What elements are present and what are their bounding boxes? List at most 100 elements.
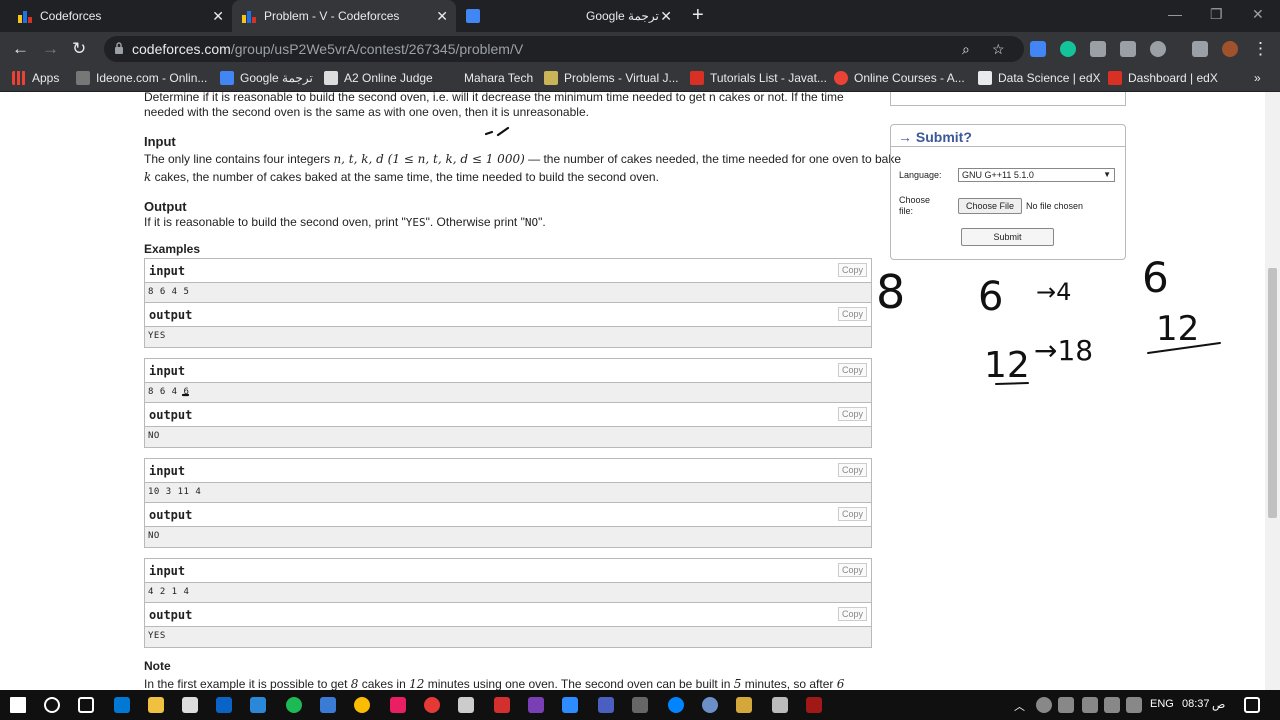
close-icon[interactable]: ✕ <box>212 8 224 24</box>
volume-icon[interactable] <box>1104 697 1120 713</box>
copy-button[interactable]: Copy <box>837 407 867 421</box>
language-select[interactable]: GNU G++11 5.1.0 ▼ <box>958 168 1115 182</box>
task-view-icon[interactable] <box>78 697 94 713</box>
reload-icon[interactable]: ↻ <box>72 39 86 59</box>
minimize-icon[interactable]: — <box>1168 6 1182 22</box>
battery-icon[interactable] <box>1126 697 1142 713</box>
bulb-icon[interactable] <box>1150 41 1166 57</box>
tool-icon[interactable] <box>458 697 474 713</box>
sample-input-value: 8 6 4 6 <box>148 387 190 397</box>
mail-icon[interactable] <box>1120 41 1136 57</box>
vertical-scrollbar[interactable] <box>1265 92 1280 690</box>
sample-test: input Copy 8 6 4 5 output Copy YES <box>144 258 872 348</box>
address-bar[interactable]: codeforces.com/group/usP2We5vrA/contest/… <box>104 36 1024 62</box>
visual-studio-icon[interactable] <box>528 697 544 713</box>
search-icon[interactable]: ⌕ <box>962 41 970 58</box>
edx-icon <box>978 71 992 85</box>
copy-button[interactable]: Copy <box>837 607 867 621</box>
bookmark-online-courses[interactable]: Online Courses - A... <box>834 71 965 85</box>
camera-icon[interactable] <box>1090 41 1106 57</box>
language-indicator[interactable]: ENG <box>1150 698 1174 710</box>
back-icon[interactable]: ← <box>12 39 29 59</box>
reading-list-icon[interactable] <box>1192 41 1208 57</box>
messenger-icon[interactable] <box>668 697 684 713</box>
underline-stroke <box>1147 342 1221 354</box>
tab-codeforces[interactable]: Codeforces ✕ <box>8 0 232 32</box>
document-icon[interactable] <box>250 697 266 713</box>
lock-icon <box>115 42 123 54</box>
notepad-icon[interactable] <box>772 697 788 713</box>
more-bookmarks-icon[interactable]: » <box>1254 71 1261 85</box>
tab-title: Problem - V - Codeforces <box>264 9 400 23</box>
copy-button[interactable]: Copy <box>837 363 867 377</box>
new-tab-icon[interactable]: + <box>692 5 704 25</box>
choose-file-button[interactable]: Choose File <box>958 198 1022 214</box>
network-icon[interactable] <box>1058 697 1074 713</box>
copy-button[interactable]: Copy <box>837 563 867 577</box>
bookmark-google-translate[interactable]: Google ترجمة <box>220 71 313 85</box>
bookmarks-bar: Apps Ideone.com - Onlin... Google ترجمة … <box>0 66 1280 92</box>
note-line: In the first example it is possible to g… <box>144 677 845 690</box>
copy-button[interactable]: Copy <box>837 507 867 521</box>
store-icon[interactable] <box>182 697 198 713</box>
copy-button[interactable]: Copy <box>837 463 867 477</box>
app-icon[interactable] <box>598 697 614 713</box>
sample-input-value: 10 3 11 4 <box>148 487 202 497</box>
submit-button[interactable]: Submit <box>961 228 1054 246</box>
bookmark-ideone[interactable]: Ideone.com - Onlin... <box>76 71 207 85</box>
maximize-icon[interactable]: ❐ <box>1210 6 1223 23</box>
profile-avatar-icon[interactable] <box>1222 41 1238 57</box>
app-icon[interactable] <box>806 697 822 713</box>
opera-icon[interactable] <box>424 697 440 713</box>
star-icon[interactable]: ☆ <box>992 41 1005 58</box>
cloud-icon[interactable] <box>1036 697 1052 713</box>
app-icon[interactable] <box>736 697 752 713</box>
check-app-icon[interactable] <box>114 697 130 713</box>
grammarly-icon[interactable] <box>1060 41 1076 57</box>
a2-icon <box>324 71 338 85</box>
clock-time[interactable]: 08:37 <box>1182 698 1210 710</box>
handwritten-number: 6 <box>978 274 1003 320</box>
search-icon[interactable] <box>44 697 60 713</box>
zoom-icon[interactable] <box>562 697 578 713</box>
tab-google-translate[interactable]: Google ترجمة ✕ <box>456 0 680 32</box>
scrollbar-thumb[interactable] <box>1268 268 1277 518</box>
bookmark-mahara-tech[interactable]: Mahara Tech <box>444 71 533 85</box>
wifi-icon[interactable] <box>1082 697 1098 713</box>
sample-test: input Copy 8 6 4 6 output Copy NO <box>144 358 872 448</box>
bookmark-apps[interactable]: Apps <box>12 71 59 85</box>
app-icon[interactable] <box>632 697 648 713</box>
spotify-icon[interactable] <box>286 697 302 713</box>
mail-icon[interactable] <box>216 697 232 713</box>
bookmark-virtual-judge[interactable]: Problems - Virtual J... <box>544 71 678 85</box>
app-icon[interactable] <box>390 697 406 713</box>
menu-icon[interactable]: ⋮ <box>1252 39 1269 59</box>
close-window-icon[interactable]: ✕ <box>1252 6 1264 23</box>
copy-button[interactable]: Copy <box>837 307 867 321</box>
tab-problem-v[interactable]: Problem - V - Codeforces ✕ <box>232 0 456 32</box>
sample-output-value: YES <box>148 331 166 341</box>
bookmark-data-science-edx[interactable]: Data Science | edX <box>978 71 1101 85</box>
bookmark-dashboard-edx[interactable]: Dashboard | edX <box>1108 71 1218 85</box>
close-icon[interactable]: ✕ <box>436 8 448 24</box>
windows-start-icon[interactable] <box>10 697 26 713</box>
download-app-icon[interactable] <box>494 697 510 713</box>
show-hidden-icons[interactable]: ︿ <box>1014 698 1025 714</box>
sample-input-label: input <box>149 364 186 378</box>
translate-extension-icon[interactable] <box>1030 41 1046 57</box>
input-section-title: Input <box>144 134 176 149</box>
bookmark-tutorials[interactable]: Tutorials List - Javat... <box>690 71 827 85</box>
image-app-icon[interactable] <box>320 697 336 713</box>
chrome-icon[interactable] <box>354 697 370 713</box>
sample-output-label: output <box>149 508 193 522</box>
clock-ampm: ص <box>1212 699 1226 711</box>
handwritten-number: →4 <box>1036 278 1071 306</box>
browser-toolbar: ← → ↻ codeforces.com/group/usP2We5vrA/co… <box>0 32 1280 66</box>
r-app-icon[interactable] <box>702 697 718 713</box>
bookmark-a2-online-judge[interactable]: A2 Online Judge <box>324 71 433 85</box>
file-explorer-icon[interactable] <box>148 697 164 713</box>
close-icon[interactable]: ✕ <box>660 8 672 24</box>
copy-button[interactable]: Copy <box>837 263 867 277</box>
forward-icon[interactable]: → <box>42 39 59 59</box>
notifications-icon[interactable] <box>1244 697 1260 713</box>
